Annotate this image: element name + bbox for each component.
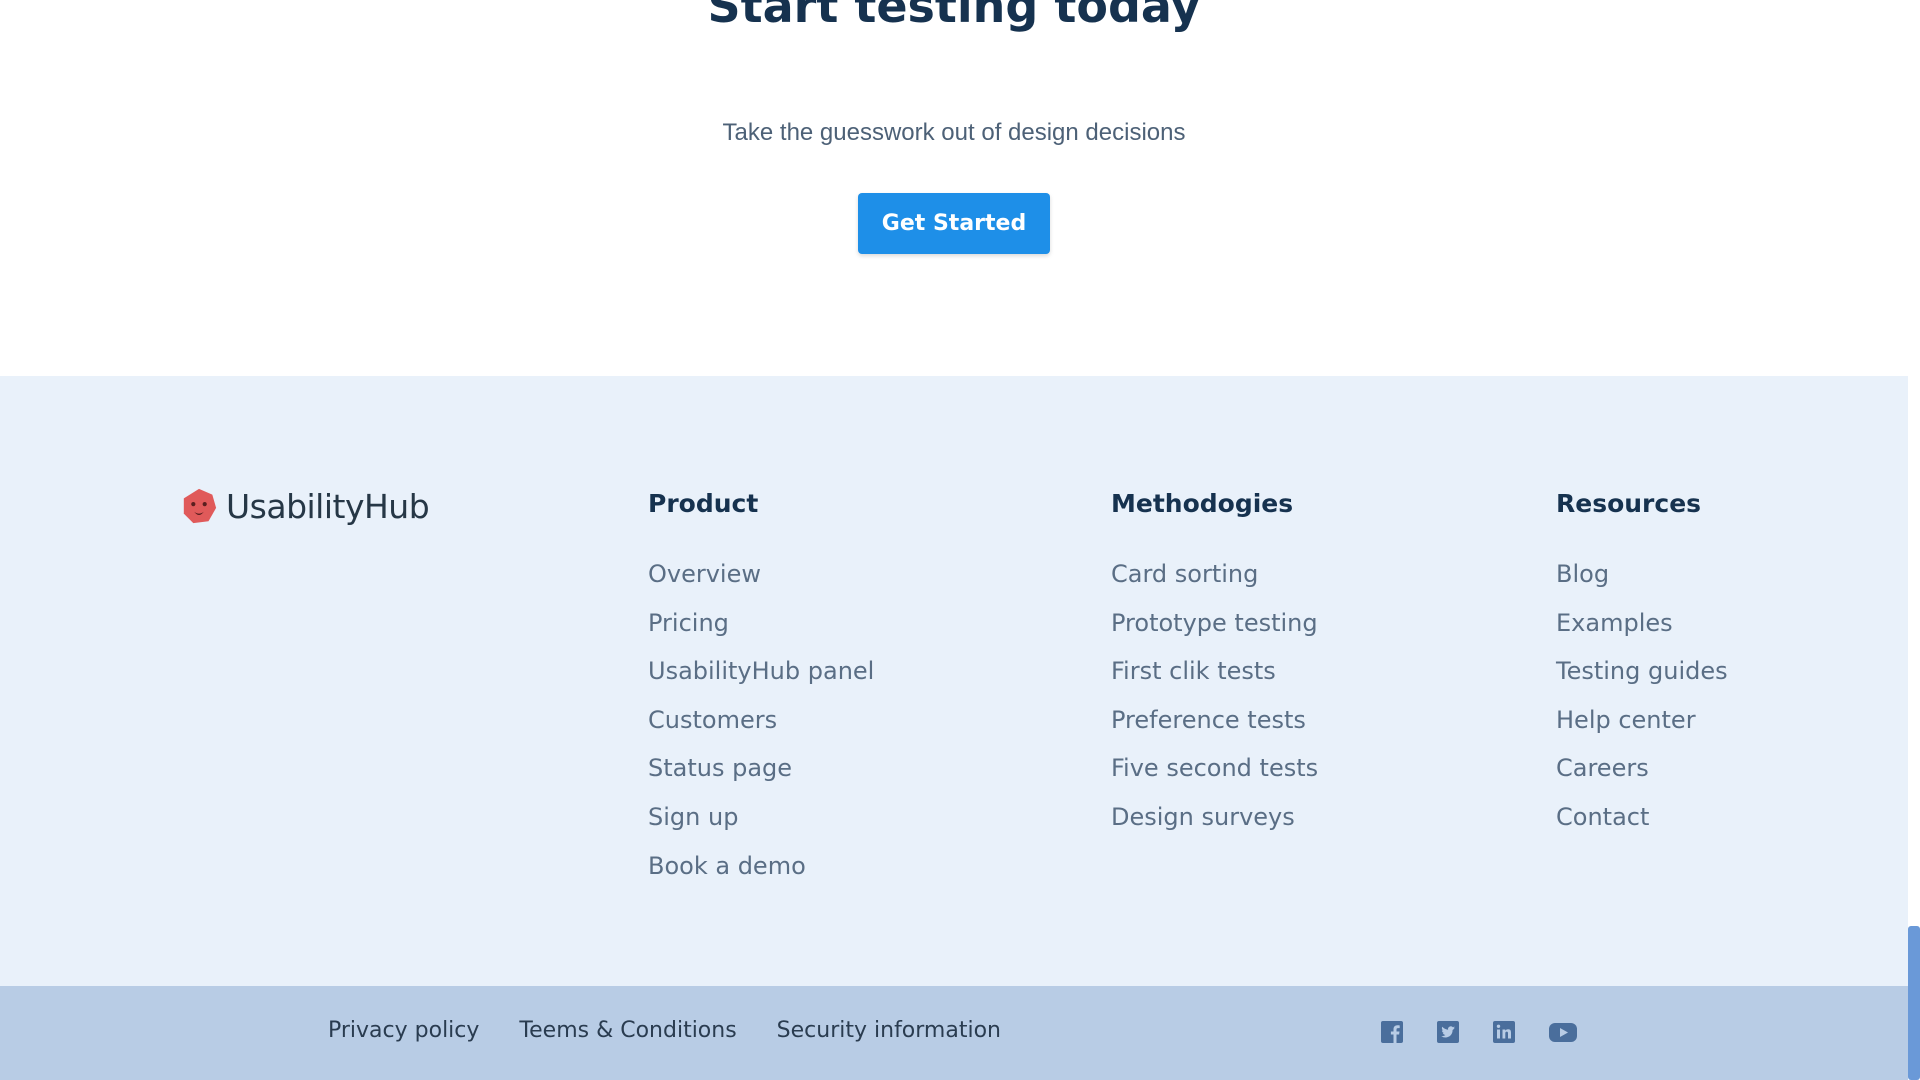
scrollbar-track[interactable]	[1908, 0, 1920, 1080]
footer-link-careers[interactable]: Careers	[1556, 744, 1728, 793]
footer-link-status-page[interactable]: Status page	[648, 744, 874, 793]
footer-column-methodologies: Methodogies Card sorting Prototype testi…	[1111, 486, 1318, 842]
footer-link-customers[interactable]: Customers	[648, 696, 874, 745]
cta-title: Start testing today	[707, 0, 1201, 33]
footer-column-resources: Resources Blog Examples Testing guides H…	[1556, 486, 1728, 842]
footer-link-testing-guides[interactable]: Testing guides	[1556, 647, 1728, 696]
footer-link-panel[interactable]: UsabilityHub panel	[648, 647, 874, 696]
facebook-icon[interactable]	[1380, 1020, 1404, 1044]
linkedin-icon[interactable]	[1492, 1020, 1516, 1044]
footer-link-examples[interactable]: Examples	[1556, 599, 1728, 648]
security-information-link[interactable]: Security information	[777, 1018, 1001, 1043]
brand-logo-link[interactable]: UsabilityHub	[180, 486, 430, 526]
twitter-icon[interactable]	[1436, 1020, 1460, 1044]
footer-link-first-click-tests[interactable]: First clik tests	[1111, 647, 1318, 696]
legal-links: Privacy policy Teems & Conditions Securi…	[328, 1018, 1001, 1043]
terms-conditions-link[interactable]: Teems & Conditions	[519, 1018, 736, 1043]
footer-link-card-sorting[interactable]: Card sorting	[1111, 550, 1318, 599]
footer-link-overview[interactable]: Overview	[648, 550, 874, 599]
footer-link-book-demo[interactable]: Book a demo	[648, 842, 874, 891]
youtube-icon[interactable]	[1548, 1020, 1578, 1044]
footer-link-design-surveys[interactable]: Design surveys	[1111, 793, 1318, 842]
usabilityhub-logo-icon	[183, 488, 217, 524]
footer-column-product: Product Overview Pricing UsabilityHub pa…	[648, 486, 874, 890]
cta-subtitle: Take the guesswork out of design decisio…	[722, 119, 1186, 146]
get-started-button[interactable]: Get Started	[858, 193, 1050, 254]
footer-link-preference-tests[interactable]: Preference tests	[1111, 696, 1318, 745]
footer-link-sign-up[interactable]: Sign up	[648, 793, 874, 842]
social-links	[1380, 1020, 1578, 1044]
brand-name: UsabilityHub	[226, 486, 430, 526]
footer-link-five-second-tests[interactable]: Five second tests	[1111, 744, 1318, 793]
footer-link-contact[interactable]: Contact	[1556, 793, 1728, 842]
footer-link-pricing[interactable]: Pricing	[648, 599, 874, 648]
cta-section: Start testing today Take the guesswork o…	[0, 0, 1908, 376]
site-footer: UsabilityHub Product Overview Pricing Us…	[0, 376, 1908, 986]
scrollbar-thumb[interactable]	[1908, 926, 1920, 1080]
footer-link-blog[interactable]: Blog	[1556, 550, 1728, 599]
footer-column-heading: Product	[648, 489, 759, 518]
footer-link-help-center[interactable]: Help center	[1556, 696, 1728, 745]
footer-link-prototype-testing[interactable]: Prototype testing	[1111, 599, 1318, 648]
privacy-policy-link[interactable]: Privacy policy	[328, 1018, 479, 1043]
footer-column-heading: Methodogies	[1111, 489, 1294, 518]
footer-column-heading: Resources	[1556, 489, 1702, 518]
footer-bottom-bar: Privacy policy Teems & Conditions Securi…	[0, 986, 1908, 1080]
